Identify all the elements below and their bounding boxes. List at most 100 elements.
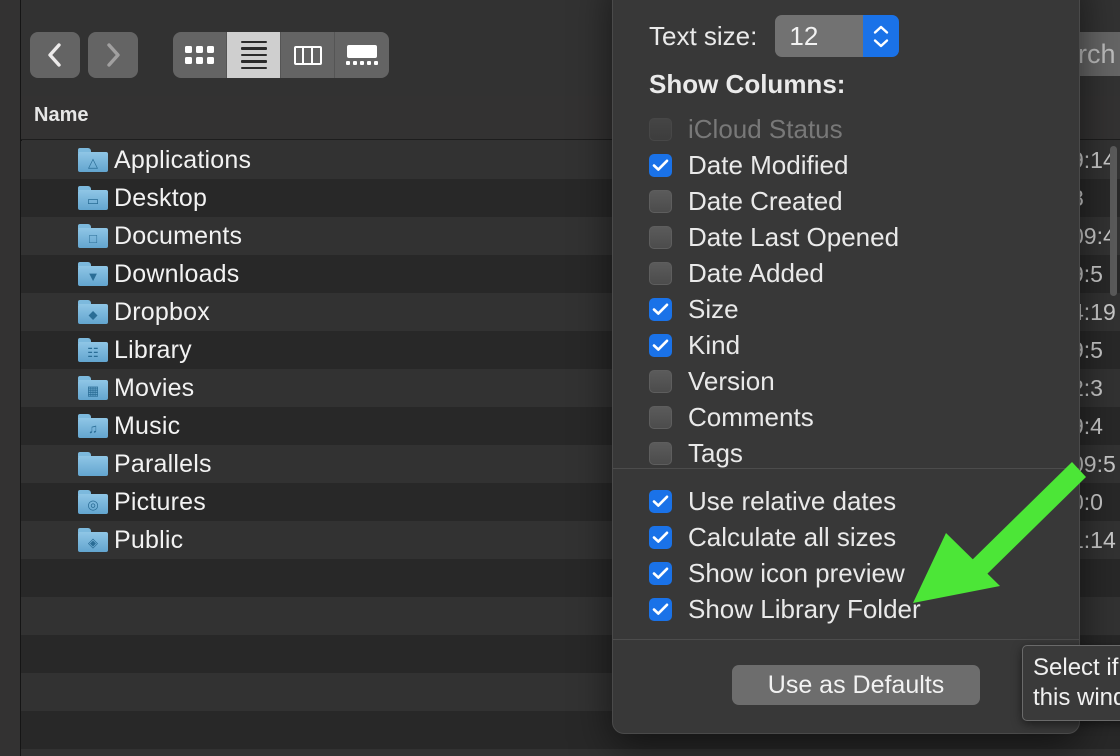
- checkbox-row-show-icon-preview[interactable]: Show icon preview: [649, 555, 921, 591]
- file-name: Library: [114, 335, 192, 364]
- finder-sidebar[interactable]: [0, 0, 21, 756]
- file-name: Public: [114, 525, 184, 554]
- folder-dropbox-icon: ⬥: [78, 300, 108, 324]
- gallery-view-icon: [346, 45, 378, 65]
- chevron-right-icon: [107, 43, 120, 67]
- text-size-label: Text size:: [649, 20, 758, 51]
- list-view-icon: [240, 40, 267, 70]
- checkbox-checked-icon[interactable]: [649, 489, 672, 513]
- checkbox-unchecked-icon: [649, 117, 672, 141]
- column-view-icon: [293, 45, 322, 65]
- checkbox-checked-icon[interactable]: [649, 153, 672, 177]
- file-name: Dropbox: [114, 297, 210, 326]
- checkbox-unchecked-icon[interactable]: [649, 405, 672, 429]
- checkmark-icon: [652, 602, 669, 615]
- text-size-stepper[interactable]: 12: [775, 15, 900, 57]
- file-name: Pictures: [114, 487, 206, 516]
- grid-view-icon: [185, 46, 214, 64]
- checkbox-row-use-relative-dates[interactable]: Use relative dates: [649, 483, 921, 519]
- checkmark-icon: [652, 302, 669, 315]
- checkmark-icon: [652, 530, 669, 543]
- text-size-value[interactable]: 12: [775, 15, 864, 57]
- checkbox-row-icloud-status: iCloud Status: [649, 111, 899, 147]
- checkbox-label: Tags: [688, 437, 743, 468]
- checkmark-icon: [652, 494, 669, 507]
- checkbox-label: Show Library Folder: [688, 593, 921, 624]
- navigation-buttons: [30, 32, 138, 78]
- checkbox-label: Kind: [688, 329, 741, 360]
- checkbox-label: Date Created: [688, 185, 843, 216]
- folder-downloads-icon: ▼: [78, 262, 108, 286]
- checkbox-row-date-created[interactable]: Date Created: [649, 183, 899, 219]
- tooltip: Select if this wind: [1022, 645, 1120, 721]
- checkmark-icon: [652, 338, 669, 351]
- options-checkbox-list: Use relative dates Calculate all sizes Sho…: [649, 483, 921, 627]
- column-header-name[interactable]: Name: [34, 104, 88, 127]
- view-icon-button[interactable]: [173, 32, 227, 78]
- file-name: Movies: [114, 373, 195, 402]
- checkbox-checked-icon[interactable]: [649, 333, 672, 357]
- file-name: Desktop: [114, 183, 208, 212]
- forward-button[interactable]: [88, 32, 138, 78]
- scrollbar-thumb[interactable]: [1110, 146, 1117, 296]
- checkbox-unchecked-icon[interactable]: [649, 369, 672, 393]
- file-name: Parallels: [114, 449, 212, 478]
- checkbox-label: Date Added: [688, 257, 824, 288]
- folder-documents-icon: □: [78, 224, 108, 248]
- back-button[interactable]: [30, 32, 80, 78]
- chevron-up-icon[interactable]: [872, 25, 890, 35]
- checkbox-checked-icon[interactable]: [649, 525, 672, 549]
- view-mode-segmented-control: [173, 32, 389, 78]
- tooltip-line-2: this wind: [1033, 684, 1120, 711]
- view-options-panel: Text size: 12 Show Columns: iCloud Statu…: [612, 0, 1080, 734]
- stepper-arrows[interactable]: [863, 15, 900, 57]
- view-column-button[interactable]: [281, 32, 335, 78]
- file-name: Music: [114, 411, 181, 440]
- panel-divider-bottom: [613, 639, 1079, 640]
- table-row[interactable]: [21, 749, 1120, 756]
- use-as-defaults-button[interactable]: Use as Defaults: [732, 665, 980, 705]
- folder-library-icon: ☷: [78, 338, 108, 362]
- checkbox-label: Calculate all sizes: [688, 521, 897, 552]
- checkbox-label: Comments: [688, 401, 814, 432]
- screen: earch Name △Applications9:14▭Desktop8□Do…: [0, 0, 1120, 756]
- checkbox-unchecked-icon[interactable]: [649, 441, 672, 465]
- checkbox-row-date-added[interactable]: Date Added: [649, 255, 899, 291]
- checkbox-row-show-library-folder[interactable]: Show Library Folder: [649, 591, 921, 627]
- checkbox-row-kind[interactable]: Kind: [649, 327, 899, 363]
- show-columns-label: Show Columns:: [649, 69, 846, 99]
- checkbox-row-date-modified[interactable]: Date Modified: [649, 147, 899, 183]
- checkbox-checked-icon[interactable]: [649, 561, 672, 585]
- checkbox-checked-icon[interactable]: [649, 597, 672, 621]
- checkbox-label: Show icon preview: [688, 557, 905, 588]
- chevron-left-icon: [48, 43, 61, 67]
- checkbox-label: Version: [688, 365, 775, 396]
- file-name: Applications: [114, 145, 252, 174]
- checkbox-label: Use relative dates: [688, 485, 897, 516]
- checkbox-unchecked-icon[interactable]: [649, 189, 672, 213]
- checkbox-row-calculate-all-sizes[interactable]: Calculate all sizes: [649, 519, 921, 555]
- file-name: Downloads: [114, 259, 240, 288]
- columns-checkbox-list: iCloud Status Date Modified Date Created Da…: [649, 111, 899, 471]
- folder-desktop-icon: ▭: [78, 186, 108, 210]
- folder-parallels-icon: [78, 452, 108, 476]
- checkbox-row-size[interactable]: Size: [649, 291, 899, 327]
- folder-pictures-icon: ◎: [78, 490, 108, 514]
- checkbox-row-tags[interactable]: Tags: [649, 435, 899, 471]
- chevron-down-icon[interactable]: [872, 38, 890, 48]
- view-list-button[interactable]: [227, 32, 281, 78]
- folder-public-icon: ◈: [78, 528, 108, 552]
- view-gallery-button[interactable]: [335, 32, 389, 78]
- checkbox-unchecked-icon[interactable]: [649, 225, 672, 249]
- checkbox-row-comments[interactable]: Comments: [649, 399, 899, 435]
- checkbox-row-version[interactable]: Version: [649, 363, 899, 399]
- folder-movies-icon: ▦: [78, 376, 108, 400]
- panel-divider-top: [613, 468, 1079, 469]
- checkbox-row-date-last-opened[interactable]: Date Last Opened: [649, 219, 899, 255]
- text-size-row: Text size: 12: [649, 15, 900, 57]
- folder-music-icon: ♫: [78, 414, 108, 438]
- file-name: Documents: [114, 221, 243, 250]
- checkbox-unchecked-icon[interactable]: [649, 261, 672, 285]
- checkbox-label: Date Modified: [688, 149, 849, 180]
- checkbox-checked-icon[interactable]: [649, 297, 672, 321]
